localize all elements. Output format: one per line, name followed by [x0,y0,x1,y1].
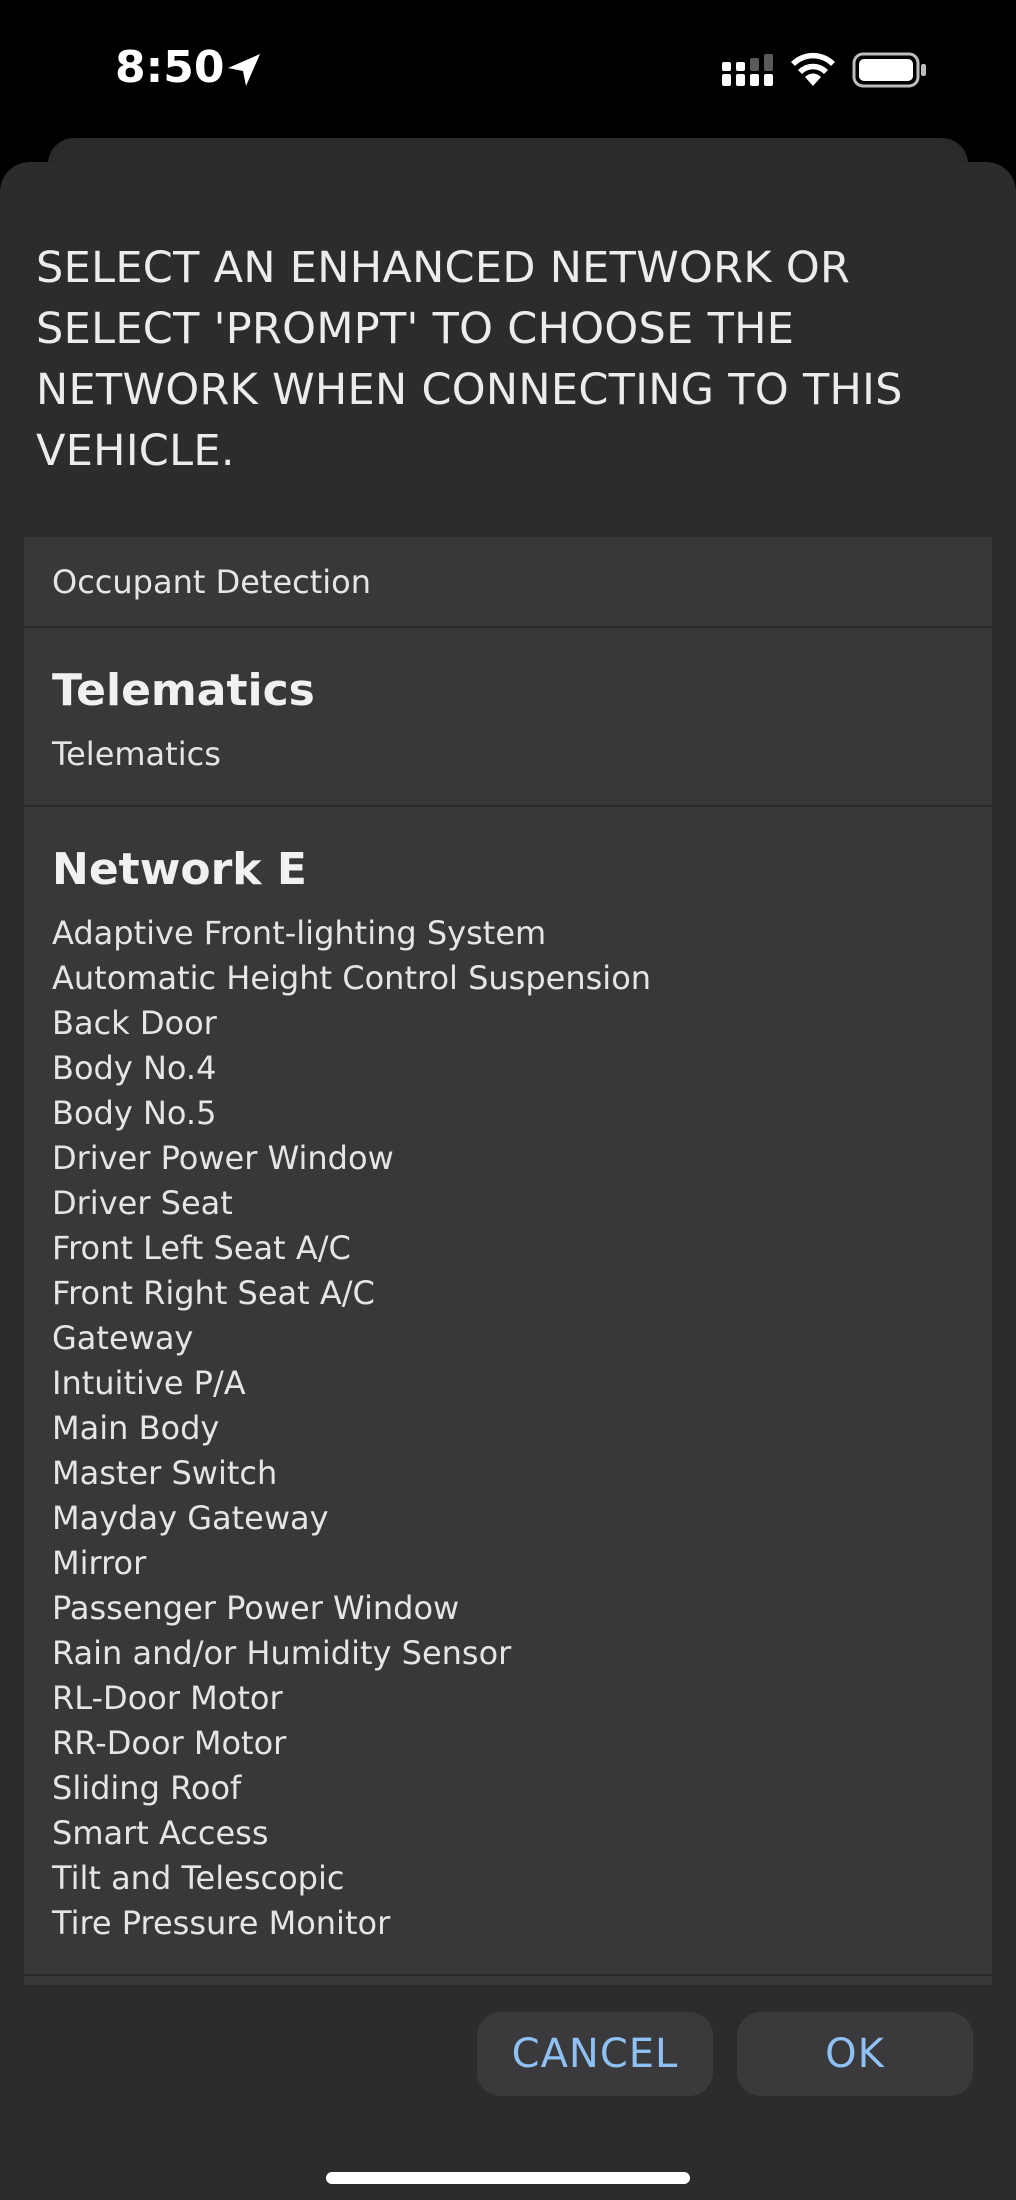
list-item: Tilt and Telescopic [52,1859,345,1897]
list-item: Passenger Power Window [52,1589,460,1627]
cancel-button[interactable]: CANCEL [477,2012,713,2096]
list-item: Front Right Seat A/C [52,1274,375,1312]
list-item: Master Switch [52,1454,278,1492]
list-item: RL-Door Motor [52,1679,283,1717]
wifi-icon [791,52,835,86]
dialog-prompt: SELECT AN ENHANCED NETWORK OR SELECT 'PR… [36,243,903,476]
status-time: 8:50 [115,42,225,93]
cellular-signal-icon [722,54,773,86]
network-group-network-e[interactable]: Network E Adaptive Front-lighting System… [24,807,992,1976]
ok-button[interactable]: OK [737,2012,973,2096]
list-item: Adaptive Front-lighting System [52,914,547,952]
list-item: Mirror [52,1544,147,1582]
home-indicator [326,2172,690,2184]
group-items: Adaptive Front-lighting System Automatic … [52,911,964,1946]
battery-icon [852,52,926,88]
list-item: Body No.4 [52,1049,217,1087]
network-list[interactable]: Occupant Detection Telematics Telematics… [24,537,992,1985]
location-arrow-icon [228,54,260,86]
dialog-footer: CANCEL OK [0,2000,1016,2110]
list-item-occupant-detection[interactable]: Occupant Detection [24,537,992,628]
list-item: Rain and/or Humidity Sensor [52,1634,512,1672]
list-item: Smart Access [52,1814,269,1852]
list-item: Back Door [52,1004,217,1042]
list-item: Automatic Height Control Suspension [52,959,652,997]
list-item: Body No.5 [52,1094,217,1132]
list-item: Sliding Roof [52,1769,242,1807]
list-item: Gateway [52,1319,194,1357]
group-title: Network E [52,844,307,895]
group-title: Telematics [52,665,315,716]
list-item: Intuitive P/A [52,1364,246,1402]
list-item: Telematics [52,735,221,773]
list-item: Mayday Gateway [52,1499,329,1537]
status-bar: 8:50 [0,0,1016,140]
network-group-telematics[interactable]: Telematics Telematics [24,628,992,807]
list-item: Driver Seat [52,1184,233,1222]
list-item: Driver Power Window [52,1139,394,1177]
list-item: Tire Pressure Monitor [52,1904,391,1942]
list-item: Front Left Seat A/C [52,1229,351,1267]
list-item: Main Body [52,1409,220,1447]
list-item: RR-Door Motor [52,1724,287,1762]
